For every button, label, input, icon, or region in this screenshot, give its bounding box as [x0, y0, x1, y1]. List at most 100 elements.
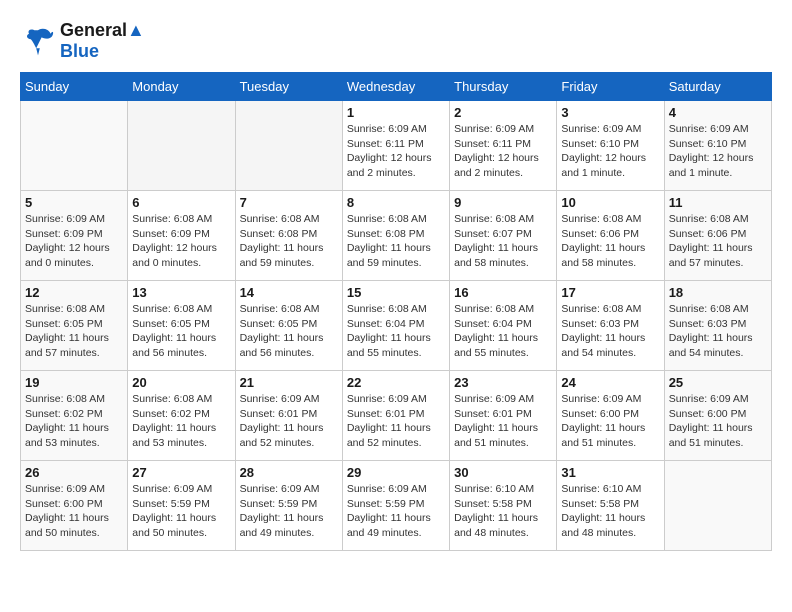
day-info: Sunrise: 6:09 AM Sunset: 6:00 PM Dayligh…	[25, 482, 123, 541]
day-number: 9	[454, 195, 552, 210]
page-header: General▲ Blue	[20, 20, 772, 62]
calendar-cell: 13 Sunrise: 6:08 AM Sunset: 6:05 PM Dayli…	[128, 281, 235, 371]
day-info: Sunrise: 6:09 AM Sunset: 6:09 PM Dayligh…	[25, 212, 123, 271]
calendar-cell: 29 Sunrise: 6:09 AM Sunset: 5:59 PM Dayli…	[342, 461, 449, 551]
day-info: Sunrise: 6:08 AM Sunset: 6:07 PM Dayligh…	[454, 212, 552, 271]
day-number: 8	[347, 195, 445, 210]
day-info: Sunrise: 6:09 AM Sunset: 6:01 PM Dayligh…	[240, 392, 338, 451]
calendar-cell: 18Sunrise: 6:08 AM Sunset: 6:03 PM Dayli…	[664, 281, 771, 371]
header-tuesday: Tuesday	[235, 73, 342, 101]
calendar-cell: 23 Sunrise: 6:09 AM Sunset: 6:01 PM Dayli…	[450, 371, 557, 461]
calendar-cell: 25Sunrise: 6:09 AM Sunset: 6:00 PM Dayli…	[664, 371, 771, 461]
calendar-cell: 1Sunrise: 6:09 AM Sunset: 6:11 PM Daylig…	[342, 101, 449, 191]
day-number: 24	[561, 375, 659, 390]
calendar-header-row: SundayMondayTuesdayWednesdayThursdayFrid…	[21, 73, 772, 101]
calendar-cell: 27 Sunrise: 6:09 AM Sunset: 5:59 PM Dayli…	[128, 461, 235, 551]
day-info: Sunrise: 6:09 AM Sunset: 6:01 PM Dayligh…	[454, 392, 552, 451]
day-number: 27	[132, 465, 230, 480]
week-row-5: 26 Sunrise: 6:09 AM Sunset: 6:00 PM Dayli…	[21, 461, 772, 551]
day-number: 31	[561, 465, 659, 480]
calendar-cell: 30 Sunrise: 6:10 AM Sunset: 5:58 PM Dayli…	[450, 461, 557, 551]
calendar-cell: 28 Sunrise: 6:09 AM Sunset: 5:59 PM Dayli…	[235, 461, 342, 551]
header-sunday: Sunday	[21, 73, 128, 101]
day-info: Sunrise: 6:08 AM Sunset: 6:06 PM Dayligh…	[561, 212, 659, 271]
day-number: 2	[454, 105, 552, 120]
calendar-cell: 2 Sunrise: 6:09 AM Sunset: 6:11 PM Daylig…	[450, 101, 557, 191]
calendar-cell: 6 Sunrise: 6:08 AM Sunset: 6:09 PM Daylig…	[128, 191, 235, 281]
day-number: 20	[132, 375, 230, 390]
header-saturday: Saturday	[664, 73, 771, 101]
calendar-cell: 24 Sunrise: 6:09 AM Sunset: 6:00 PM Dayli…	[557, 371, 664, 461]
calendar-cell: 9 Sunrise: 6:08 AM Sunset: 6:07 PM Daylig…	[450, 191, 557, 281]
calendar-cell: 16Sunrise: 6:08 AM Sunset: 6:04 PM Dayli…	[450, 281, 557, 371]
day-number: 10	[561, 195, 659, 210]
day-number: 23	[454, 375, 552, 390]
day-info: Sunrise: 6:08 AM Sunset: 6:02 PM Dayligh…	[132, 392, 230, 451]
calendar-cell	[235, 101, 342, 191]
day-number: 21	[240, 375, 338, 390]
calendar-cell: 19Sunrise: 6:08 AM Sunset: 6:02 PM Dayli…	[21, 371, 128, 461]
day-info: Sunrise: 6:08 AM Sunset: 6:08 PM Dayligh…	[347, 212, 445, 271]
calendar-cell: 15Sunrise: 6:08 AM Sunset: 6:04 PM Dayli…	[342, 281, 449, 371]
day-number: 26	[25, 465, 123, 480]
calendar-cell: 31 Sunrise: 6:10 AM Sunset: 5:58 PM Dayli…	[557, 461, 664, 551]
logo-icon	[20, 23, 56, 59]
day-info: Sunrise: 6:08 AM Sunset: 6:05 PM Dayligh…	[240, 302, 338, 361]
week-row-1: 1Sunrise: 6:09 AM Sunset: 6:11 PM Daylig…	[21, 101, 772, 191]
day-info: Sunrise: 6:08 AM Sunset: 6:08 PM Dayligh…	[240, 212, 338, 271]
day-info: Sunrise: 6:08 AM Sunset: 6:05 PM Dayligh…	[25, 302, 123, 361]
calendar-table: SundayMondayTuesdayWednesdayThursdayFrid…	[20, 72, 772, 551]
day-info: Sunrise: 6:09 AM Sunset: 6:11 PM Dayligh…	[347, 122, 445, 181]
day-info: Sunrise: 6:09 AM Sunset: 6:10 PM Dayligh…	[669, 122, 767, 181]
day-info: Sunrise: 6:09 AM Sunset: 6:11 PM Dayligh…	[454, 122, 552, 181]
day-info: Sunrise: 6:08 AM Sunset: 6:03 PM Dayligh…	[561, 302, 659, 361]
header-thursday: Thursday	[450, 73, 557, 101]
day-info: Sunrise: 6:08 AM Sunset: 6:09 PM Dayligh…	[132, 212, 230, 271]
week-row-4: 19 Sunrise: 6:08 AM Sunset: 6:02 PM Dayli…	[21, 371, 772, 461]
week-row-2: 5 Sunrise: 6:09 AM Sunset: 6:09 PM Daylig…	[21, 191, 772, 281]
calendar-cell: 11Sunrise: 6:08 AM Sunset: 6:06 PM Dayli…	[664, 191, 771, 281]
day-number: 17	[561, 285, 659, 300]
day-info: Sunrise: 6:08 AM Sunset: 6:04 PM Dayligh…	[347, 302, 445, 361]
day-info: Sunrise: 6:09 AM Sunset: 5:59 PM Dayligh…	[240, 482, 338, 541]
day-number: 3	[561, 105, 659, 120]
calendar-cell: 22 Sunrise: 6:09 AM Sunset: 6:01 PM Dayli…	[342, 371, 449, 461]
calendar-cell	[21, 101, 128, 191]
day-number: 16	[454, 285, 552, 300]
day-number: 13	[132, 285, 230, 300]
calendar-cell: 26 Sunrise: 6:09 AM Sunset: 6:00 PM Dayli…	[21, 461, 128, 551]
calendar-cell: 4 Sunrise: 6:09 AM Sunset: 6:10 PM Daylig…	[664, 101, 771, 191]
day-info: Sunrise: 6:10 AM Sunset: 5:58 PM Dayligh…	[454, 482, 552, 541]
day-info: Sunrise: 6:08 AM Sunset: 6:06 PM Dayligh…	[669, 212, 767, 271]
calendar-cell: 5 Sunrise: 6:09 AM Sunset: 6:09 PM Daylig…	[21, 191, 128, 281]
day-number: 6	[132, 195, 230, 210]
day-info: Sunrise: 6:09 AM Sunset: 6:01 PM Dayligh…	[347, 392, 445, 451]
day-number: 25	[669, 375, 767, 390]
calendar-cell: 3Sunrise: 6:09 AM Sunset: 6:10 PM Daylig…	[557, 101, 664, 191]
day-number: 5	[25, 195, 123, 210]
calendar-cell: 8 Sunrise: 6:08 AM Sunset: 6:08 PM Daylig…	[342, 191, 449, 281]
day-number: 28	[240, 465, 338, 480]
day-info: Sunrise: 6:08 AM Sunset: 6:05 PM Dayligh…	[132, 302, 230, 361]
day-info: Sunrise: 6:09 AM Sunset: 5:59 PM Dayligh…	[347, 482, 445, 541]
day-number: 30	[454, 465, 552, 480]
calendar-cell: 21 Sunrise: 6:09 AM Sunset: 6:01 PM Dayli…	[235, 371, 342, 461]
day-number: 4	[669, 105, 767, 120]
day-number: 7	[240, 195, 338, 210]
calendar-cell	[128, 101, 235, 191]
day-number: 19	[25, 375, 123, 390]
header-monday: Monday	[128, 73, 235, 101]
day-info: Sunrise: 6:09 AM Sunset: 6:00 PM Dayligh…	[561, 392, 659, 451]
calendar-cell: 20 Sunrise: 6:08 AM Sunset: 6:02 PM Dayli…	[128, 371, 235, 461]
calendar-cell: 10 Sunrise: 6:08 AM Sunset: 6:06 PM Dayli…	[557, 191, 664, 281]
logo-text: General▲ Blue	[60, 20, 145, 62]
day-number: 22	[347, 375, 445, 390]
day-number: 29	[347, 465, 445, 480]
calendar-cell: 17 Sunrise: 6:08 AM Sunset: 6:03 PM Dayli…	[557, 281, 664, 371]
calendar-cell: 7 Sunrise: 6:08 AM Sunset: 6:08 PM Daylig…	[235, 191, 342, 281]
calendar-cell: 12Sunrise: 6:08 AM Sunset: 6:05 PM Dayli…	[21, 281, 128, 371]
week-row-3: 12Sunrise: 6:08 AM Sunset: 6:05 PM Dayli…	[21, 281, 772, 371]
calendar-cell	[664, 461, 771, 551]
day-info: Sunrise: 6:10 AM Sunset: 5:58 PM Dayligh…	[561, 482, 659, 541]
day-info: Sunrise: 6:09 AM Sunset: 5:59 PM Dayligh…	[132, 482, 230, 541]
